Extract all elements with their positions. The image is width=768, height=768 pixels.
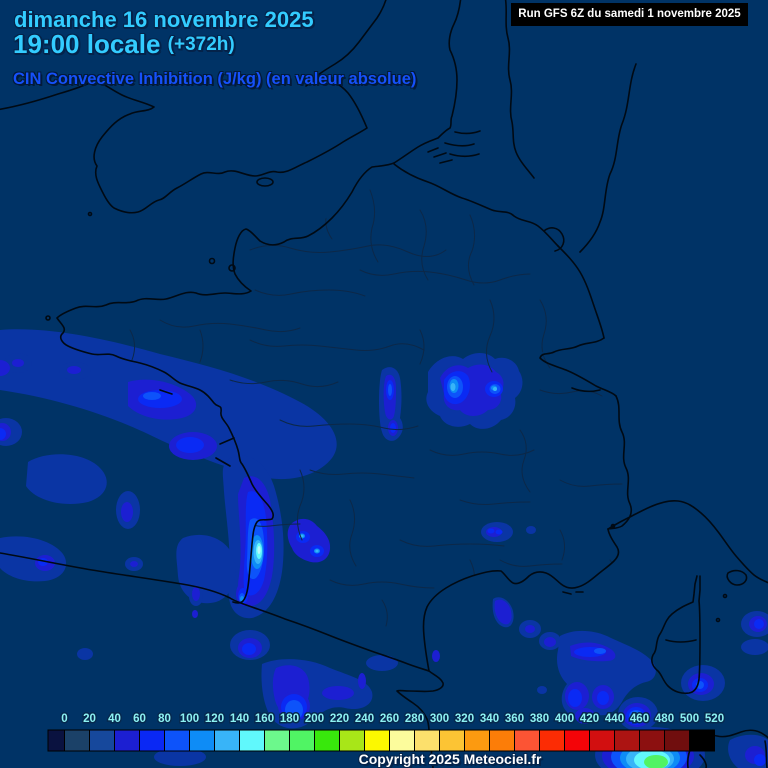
copyright-notice: Copyright 2025 Meteociel.fr — [358, 751, 542, 767]
france-cin-map — [0, 0, 768, 768]
model-run-label: Run GFS 6Z du samedi 1 novembre 2025 — [511, 3, 748, 26]
cin-core-highlight — [257, 546, 261, 554]
meteociel-cin-map-page: 0 20 40 60 80 100 120 140 160 180 200 220 240 260 280 3… — [0, 0, 768, 768]
